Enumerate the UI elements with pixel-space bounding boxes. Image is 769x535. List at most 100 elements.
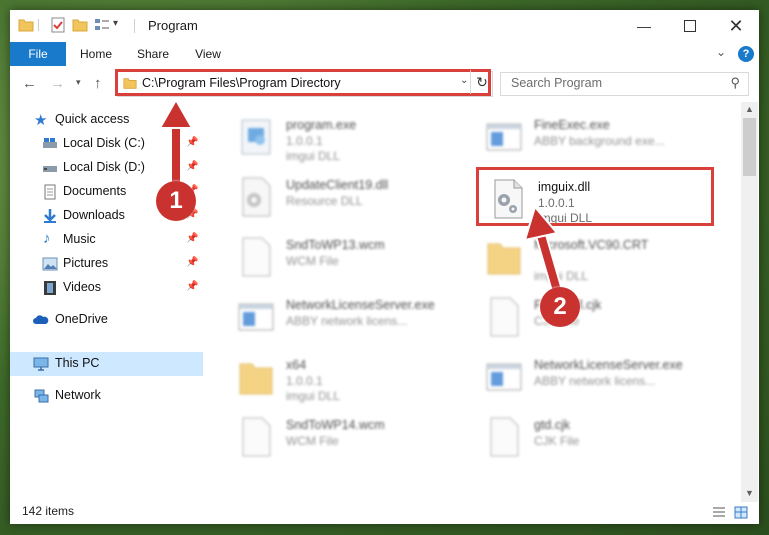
tab-home[interactable]: Home [74, 42, 118, 66]
title-bar: ▾ Program — ✕ [10, 10, 759, 42]
file-list: program.exe 1.0.0.1 imgui DLL FineExec.e… [206, 102, 743, 502]
pictures-icon [42, 257, 58, 271]
file-item[interactable]: gtd.cjk CJK File [464, 408, 704, 468]
file-name: x64 [286, 358, 307, 372]
search-input[interactable]: Search Program ⚲ [500, 72, 749, 96]
pin-icon[interactable]: 📌 [186, 233, 198, 244]
file-item[interactable]: SndToWP14.wcm WCM File [216, 408, 456, 468]
scroll-thumb[interactable] [743, 118, 756, 176]
file-icon [490, 297, 519, 337]
file-description: ABBY background exe... [534, 134, 665, 148]
videos-icon [44, 281, 56, 295]
documents-icon [44, 184, 56, 200]
recent-locations-icon[interactable]: ▾ [76, 77, 81, 88]
drive-icon [43, 138, 57, 148]
file-version: 1.0.0.1 [286, 374, 323, 388]
file-icon [242, 237, 271, 277]
file-description: ABBY network licens... [534, 374, 656, 388]
new-folder-icon[interactable] [72, 17, 88, 33]
details-view-icon[interactable] [712, 506, 726, 519]
large-icons-view-icon[interactable] [734, 506, 748, 519]
pin-icon[interactable]: 📌 [186, 161, 198, 172]
view-options-icon[interactable] [94, 17, 110, 33]
close-button[interactable]: ✕ [713, 10, 759, 42]
file-name: gtd.cjk [534, 418, 571, 432]
file-highlight-box [476, 167, 714, 226]
file-item[interactable]: FaxShell.cjk CJK File [464, 288, 704, 348]
folder-icon[interactable] [18, 17, 34, 33]
address-highlight-box [115, 69, 491, 96]
file-icon [242, 417, 271, 457]
sidebar-item-quick-access[interactable]: ★ Quick access [10, 108, 203, 132]
sidebar-item-local-disk-d[interactable]: Local Disk (D:) 📌 [10, 156, 203, 180]
cloud-icon [33, 315, 49, 324]
sidebar-item-music[interactable]: ♪ Music 📌 [10, 228, 203, 252]
refresh-button[interactable]: ↻ [470, 70, 493, 94]
sidebar-item-label: Videos [63, 280, 101, 294]
scroll-up-icon[interactable]: ▲ [745, 104, 754, 114]
pin-icon[interactable]: 📌 [186, 257, 198, 268]
file-item[interactable]: x64 1.0.0.1 imgui DLL [216, 348, 456, 408]
item-count: 142 items [22, 504, 75, 518]
maximize-icon [684, 20, 696, 32]
forward-arrow-icon[interactable]: → [50, 75, 65, 92]
sidebar-item-label: Local Disk (C:) [63, 136, 145, 150]
file-name: FineExec.exe [534, 118, 610, 132]
file-item[interactable]: Microsoft.VC90.CRT imgui DLL [464, 228, 704, 288]
computer-icon [33, 357, 49, 371]
tab-file[interactable]: File [10, 42, 66, 66]
properties-icon[interactable] [50, 17, 66, 33]
sidebar-item-this-pc[interactable]: This PC [10, 352, 203, 376]
maximize-button[interactable] [667, 10, 713, 42]
sidebar-item-pictures[interactable]: Pictures 📌 [10, 252, 203, 276]
tab-view[interactable]: View [188, 42, 228, 66]
minimize-icon: — [637, 18, 651, 34]
exe-icon [241, 119, 271, 155]
pin-icon[interactable]: 📌 [186, 137, 198, 148]
back-arrow-icon[interactable]: ← [22, 75, 37, 92]
file-item[interactable]: program.exe 1.0.0.1 imgui DLL [216, 108, 456, 168]
sidebar-item-onedrive[interactable]: OneDrive [10, 308, 203, 332]
file-item[interactable]: NetworkLicenseServer.exe ABBY network li… [216, 288, 456, 348]
file-description: imgui DLL [286, 389, 341, 403]
sidebar-item-label: Downloads [63, 208, 125, 222]
download-icon [44, 209, 56, 223]
sidebar-item-label: Documents [63, 184, 127, 198]
sidebar-item-local-disk-c[interactable]: Local Disk (C:) 📌 [10, 132, 203, 156]
close-icon: ✕ [728, 15, 744, 36]
search-placeholder: Search Program [511, 76, 603, 90]
tab-share[interactable]: Share [132, 42, 174, 66]
qa-dropdown-icon[interactable]: ▾ [113, 18, 118, 29]
file-name: Microsoft.VC90.CRT [534, 238, 649, 252]
expand-ribbon-icon[interactable]: ⌄ [716, 45, 726, 59]
drive-icon [43, 166, 57, 172]
file-item[interactable]: FineExec.exe ABBY background exe... [464, 108, 704, 168]
file-icon [490, 417, 519, 457]
sidebar-item-network[interactable]: Network [10, 384, 203, 408]
scroll-down-icon[interactable]: ▼ [745, 488, 754, 498]
file-name: SndToWP14.wcm [286, 418, 385, 432]
file-description: imgui DLL [534, 269, 589, 283]
file-version: 1.0.0.1 [286, 134, 323, 148]
file-name: SndToWP13.wcm [286, 238, 385, 252]
sidebar-item-label: Local Disk (D:) [63, 160, 145, 174]
sidebar-item-label: OneDrive [55, 312, 108, 326]
network-icon [34, 389, 49, 403]
folder-icon [239, 363, 273, 395]
file-item[interactable]: SndToWP13.wcm WCM File [216, 228, 456, 288]
file-item[interactable]: NetworkLicenseServer.exe ABBY network li… [464, 348, 704, 408]
file-item[interactable]: UpdateClient19.dll Resource DLL [216, 168, 456, 228]
minimize-button[interactable]: — [621, 10, 667, 42]
help-icon[interactable]: ? [738, 46, 754, 62]
pin-icon[interactable]: 📌 [186, 281, 198, 292]
file-name: program.exe [286, 118, 357, 132]
sidebar-item-videos[interactable]: Videos 📌 [10, 276, 203, 300]
vertical-scrollbar[interactable]: ▲ ▼ [741, 102, 758, 502]
file-description: ABBY network licens... [286, 314, 408, 328]
qa-separator [38, 19, 39, 31]
status-bar: 142 items [10, 502, 759, 524]
title-separator [134, 19, 135, 33]
up-arrow-icon[interactable]: ↑ [94, 75, 102, 92]
file-description: WCM File [286, 434, 339, 448]
explorer-window: ▾ Program — ✕ File Home Share View ⌄ ? ←… [10, 10, 759, 524]
